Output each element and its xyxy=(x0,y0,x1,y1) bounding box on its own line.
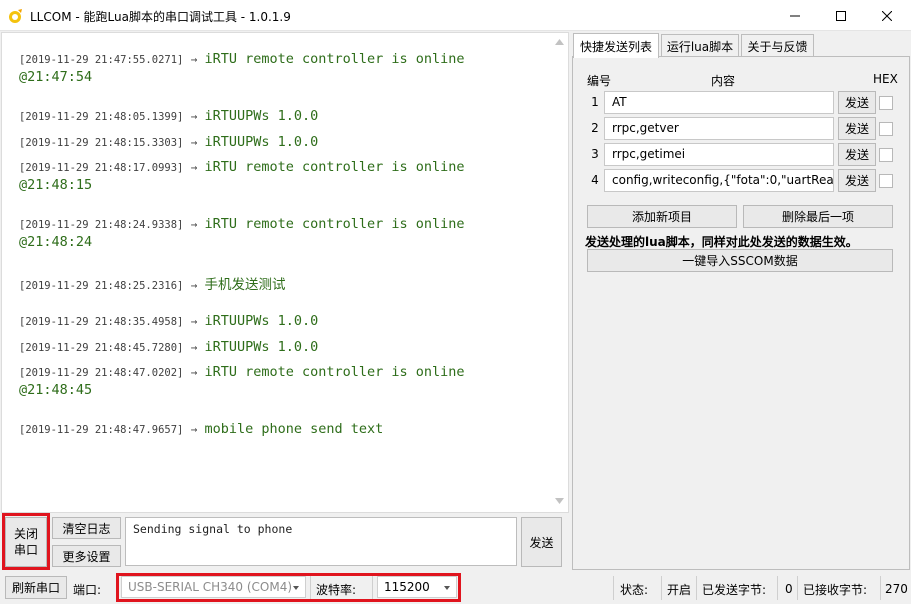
divider xyxy=(661,576,662,600)
sent-bytes-value: 0 xyxy=(785,582,793,596)
divider xyxy=(613,576,614,600)
highlight-box xyxy=(2,513,50,570)
header-num: 编号 xyxy=(587,74,612,88)
divider xyxy=(797,576,798,600)
tab-quick-send[interactable]: 快捷发送列表 xyxy=(573,33,659,58)
log-entry: [2019-11-29 21:48:15.3303] → iRTUUPWs 1.… xyxy=(19,134,319,150)
import-sscom-button[interactable]: 一键导入SSCOM数据 xyxy=(587,249,893,272)
row-number: 1 xyxy=(591,95,599,109)
add-item-button[interactable]: 添加新项目 xyxy=(587,205,737,228)
refresh-port-button[interactable]: 刷新串口 xyxy=(5,576,67,599)
hex-checkbox[interactable] xyxy=(879,148,893,162)
log-panel[interactable]: [2019-11-29 21:47:55.0271] → iRTU remote… xyxy=(1,32,569,513)
tab-lua-script[interactable]: 运行lua脚本 xyxy=(661,34,739,58)
tab-about[interactable]: 关于与反馈 xyxy=(741,34,814,58)
window-title: LLCOM - 能跑Lua脚本的串口调试工具 - 1.0.1.9 xyxy=(30,10,291,24)
log-entry: [2019-11-29 21:48:24.9338] → iRTU remote… xyxy=(19,216,465,250)
state-label: 状态: xyxy=(620,582,649,597)
quick-send-input[interactable]: rrpc,getimei xyxy=(604,143,834,166)
log-entry: [2019-11-29 21:48:35.4958] → iRTUUPWs 1.… xyxy=(19,313,319,329)
recv-bytes-value: 270 xyxy=(885,582,908,596)
minimize-icon xyxy=(790,15,800,16)
scroll-up-icon[interactable] xyxy=(554,37,565,47)
row-number: 2 xyxy=(591,121,599,135)
minimize-button[interactable] xyxy=(772,0,818,31)
quick-send-button[interactable]: 发送 xyxy=(838,91,876,114)
header-content: 内容 xyxy=(711,74,736,88)
quick-send-button[interactable]: 发送 xyxy=(838,169,876,192)
quick-send-input[interactable]: rrpc,getver xyxy=(604,117,834,140)
log-entry: [2019-11-29 21:48:25.2316] → 手机发送测试 xyxy=(19,277,286,293)
more-settings-button[interactable]: 更多设置 xyxy=(52,545,121,567)
send-button[interactable]: 发送 xyxy=(521,517,562,567)
quick-send-input[interactable]: AT xyxy=(604,91,834,114)
highlight-box xyxy=(116,573,461,602)
delete-last-button[interactable]: 删除最后一项 xyxy=(743,205,893,228)
app-logo-icon xyxy=(8,8,24,24)
log-scrollbar[interactable] xyxy=(551,33,568,512)
divider xyxy=(777,576,778,600)
row-number: 4 xyxy=(591,173,599,187)
send-textarea[interactable]: Sending signal to phone xyxy=(125,517,517,566)
sent-bytes-label: 已发送字节: xyxy=(702,582,767,597)
quick-send-input[interactable]: config,writeconfig,{"fota":0,"uartRead" xyxy=(604,169,834,192)
log-entry: [2019-11-29 21:48:47.0202] → iRTU remote… xyxy=(19,364,465,398)
maximize-icon xyxy=(836,10,846,21)
log-entry: [2019-11-29 21:48:47.9657] → mobile phon… xyxy=(19,421,384,437)
row-number: 3 xyxy=(591,147,599,161)
port-label: 端口: xyxy=(73,582,102,597)
header-hex: HEX xyxy=(873,72,898,86)
divider xyxy=(696,576,697,600)
lua-note: 发送处理的lua脚本，同样对此处发送的数据生效。 xyxy=(585,235,858,249)
quick-send-button[interactable]: 发送 xyxy=(838,117,876,140)
hex-checkbox[interactable] xyxy=(879,96,893,110)
log-entry: [2019-11-29 21:48:05.1399] → iRTUUPWs 1.… xyxy=(19,108,319,124)
close-icon xyxy=(882,10,892,21)
close-window-button[interactable] xyxy=(864,0,910,31)
state-value: 开启 xyxy=(667,582,692,597)
hex-checkbox[interactable] xyxy=(879,174,893,188)
title-bar: LLCOM - 能跑Lua脚本的串口调试工具 - 1.0.1.9 xyxy=(0,0,911,31)
recv-bytes-label: 已接收字节: xyxy=(803,582,868,597)
maximize-button[interactable] xyxy=(818,0,864,31)
clear-log-button[interactable]: 清空日志 xyxy=(52,517,121,539)
scroll-down-icon[interactable] xyxy=(554,496,565,506)
hex-checkbox[interactable] xyxy=(879,122,893,136)
log-entry: [2019-11-29 21:48:17.0993] → iRTU remote… xyxy=(19,159,465,193)
log-entry: [2019-11-29 21:48:45.7280] → iRTUUPWs 1.… xyxy=(19,339,319,355)
log-entry: [2019-11-29 21:47:55.0271] → iRTU remote… xyxy=(19,51,465,85)
divider xyxy=(880,576,881,600)
quick-send-button[interactable]: 发送 xyxy=(838,143,876,166)
